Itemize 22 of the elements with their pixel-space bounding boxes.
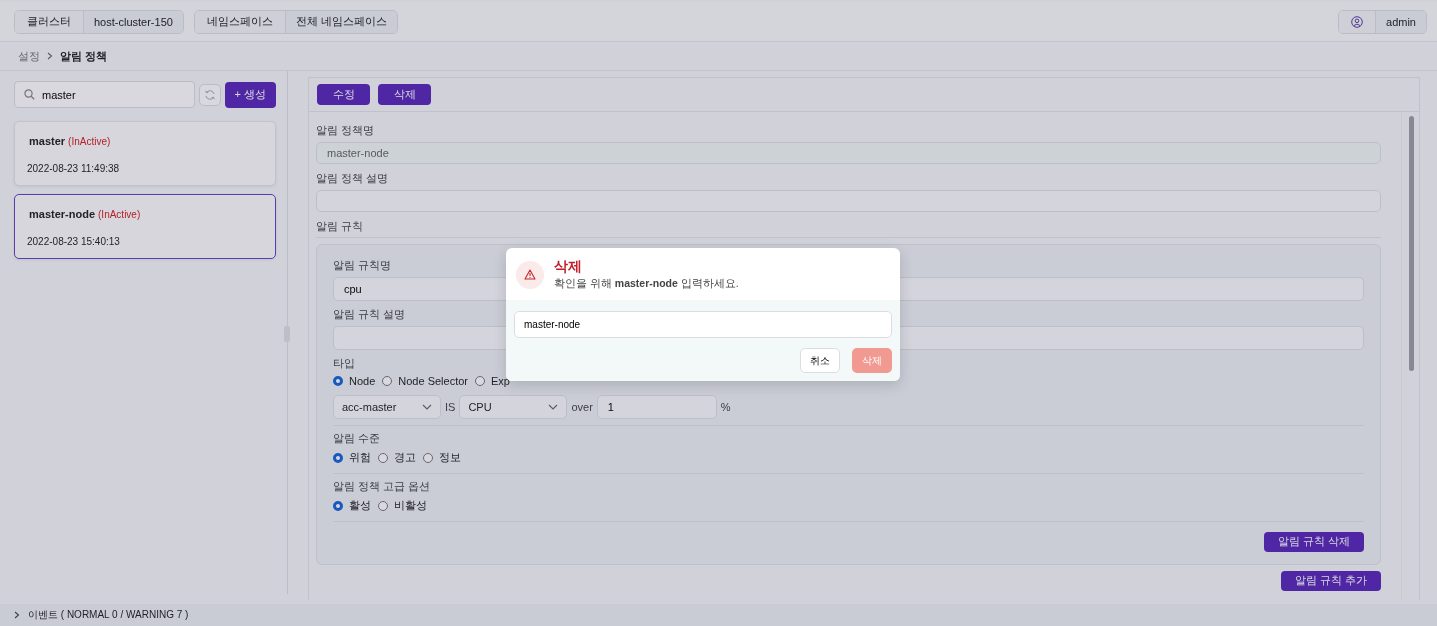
field-label: 알림 정책 설명	[316, 172, 388, 186]
operator-text: over	[571, 401, 593, 413]
field-label: 알림 규칙명	[333, 259, 391, 273]
policy-date: 2022-08-23 15:40:13	[27, 236, 121, 247]
dialog-message: 확인을 위해 master-node 입력하세요.	[554, 277, 739, 291]
field-label: 알림 정책 고급 옵션	[333, 480, 430, 494]
breadcrumb-item: 알림 정책	[60, 48, 108, 64]
dialog-title: 삭제	[554, 258, 583, 276]
field-label: 알림 정책명	[316, 124, 374, 138]
selector-label: 네임스페이스	[194, 10, 286, 33]
field-label: 알림 수준	[333, 432, 380, 446]
operator-text: IS	[445, 401, 456, 413]
policy-status: (InActive)	[68, 136, 111, 147]
selector-label: 클러스터	[15, 10, 84, 33]
policy-name: master	[29, 135, 66, 147]
section-label: 알림 규칙	[316, 220, 363, 234]
field-label: 알림 규칙 설명	[333, 308, 405, 322]
policy-date: 2022-08-23 11:49:38	[27, 163, 121, 174]
field-label: 타입	[333, 357, 355, 371]
policy-status: (InActive)	[98, 209, 141, 220]
policy-name: master-node	[29, 208, 96, 220]
unit-text: %	[720, 401, 731, 413]
